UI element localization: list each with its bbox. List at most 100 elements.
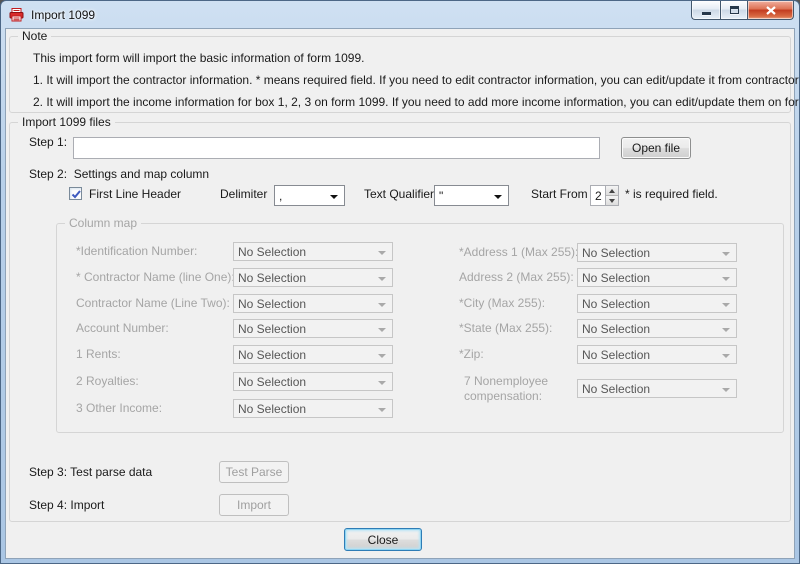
chevron-down-icon — [722, 303, 730, 307]
contractor-name-line-one-label: * Contractor Name (line One): — [76, 270, 235, 285]
chevron-down-icon — [722, 388, 730, 392]
chevron-down-icon — [378, 277, 386, 281]
stepper-down-button[interactable] — [606, 196, 618, 205]
address1-label: *Address 1 (Max 255): — [459, 245, 578, 260]
check-icon — [70, 188, 83, 201]
contractor-name-line-two-select[interactable]: No Selection — [233, 294, 393, 313]
arrow-down-icon — [609, 199, 615, 203]
delimiter-label: Delimiter — [220, 187, 267, 202]
open-file-button[interactable]: Open file — [621, 137, 691, 159]
first-line-header-checkbox[interactable] — [69, 187, 82, 200]
import-1099-window: Import 1099 Note This import form will i… — [0, 0, 800, 564]
stepper-buttons — [605, 186, 618, 205]
chevron-down-icon — [722, 277, 730, 281]
chevron-down-icon — [722, 354, 730, 358]
zip-select[interactable]: No Selection — [577, 345, 737, 364]
rents-select[interactable]: No Selection — [233, 345, 393, 364]
note-group: Note This import form will import the ba… — [9, 36, 791, 113]
rents-label: 1 Rents: — [76, 347, 121, 362]
combo-value: No Selection — [582, 382, 650, 396]
note-line-3: 2. It will import the income information… — [33, 91, 780, 113]
first-line-header-label: First Line Header — [89, 187, 181, 202]
note-line-1: This import form will import the basic i… — [33, 47, 780, 69]
account-number-label: Account Number: — [76, 321, 169, 336]
maximize-button[interactable] — [720, 1, 748, 20]
step1-label: Step 1: — [29, 135, 67, 150]
text-qualifier-select[interactable]: " — [434, 185, 509, 206]
delimiter-value: , — [279, 189, 282, 203]
combo-value: No Selection — [582, 322, 650, 336]
chevron-down-icon — [378, 381, 386, 385]
combo-value: No Selection — [582, 271, 650, 285]
titlebar[interactable]: Import 1099 — [1, 1, 799, 28]
city-label: *City (Max 255): — [459, 296, 545, 311]
other-income-label: 3 Other Income: — [76, 401, 162, 416]
identification-number-label: *Identification Number: — [76, 244, 197, 259]
chevron-down-icon — [330, 195, 338, 199]
text-qualifier-label: Text Qualifier — [364, 187, 434, 202]
chevron-down-icon — [722, 328, 730, 332]
step4-label: Step 4: Import — [29, 498, 104, 513]
step2-label: Step 2: Settings and map column — [29, 167, 209, 182]
file-path-input[interactable] — [73, 137, 600, 159]
combo-value: No Selection — [238, 271, 306, 285]
text-qualifier-value: " — [439, 189, 443, 203]
required-field-note: * is required field. — [625, 187, 718, 202]
state-select[interactable]: No Selection — [577, 319, 737, 338]
chevron-down-icon — [378, 408, 386, 412]
minimize-button[interactable] — [691, 1, 720, 20]
stepper-up-button[interactable] — [606, 186, 618, 196]
contractor-name-line-one-select[interactable]: No Selection — [233, 268, 393, 287]
dialog-body: Note This import form will import the ba… — [5, 28, 795, 559]
combo-value: No Selection — [582, 246, 650, 260]
address1-select[interactable]: No Selection — [577, 243, 737, 262]
address2-select[interactable]: No Selection — [577, 268, 737, 287]
test-parse-button[interactable]: Test Parse — [219, 461, 289, 483]
note-text: This import form will import the basic i… — [33, 47, 780, 113]
other-income-select[interactable]: No Selection — [233, 399, 393, 418]
start-from-line-value: 2 — [595, 189, 602, 203]
caption-buttons — [691, 1, 794, 20]
step3-label: Step 3: Test parse data — [29, 465, 152, 480]
window-title: Import 1099 — [31, 8, 95, 22]
combo-value: No Selection — [238, 297, 306, 311]
nonemployee-compensation-label: 7 Nonemployee compensation: — [464, 374, 569, 404]
identification-number-select[interactable]: No Selection — [233, 242, 393, 261]
combo-value: No Selection — [238, 322, 306, 336]
minimize-icon — [702, 12, 711, 15]
chevron-down-icon — [722, 252, 730, 256]
combo-value: No Selection — [582, 297, 650, 311]
state-label: *State (Max 255): — [459, 321, 552, 336]
combo-value: No Selection — [582, 348, 650, 362]
column-map-group-label: Column map — [65, 216, 141, 231]
combo-value: No Selection — [238, 375, 306, 389]
delimiter-select[interactable]: , — [274, 185, 345, 206]
royalties-select[interactable]: No Selection — [233, 372, 393, 391]
close-window-button[interactable] — [748, 1, 794, 20]
arrow-up-icon — [609, 189, 615, 193]
zip-label: *Zip: — [459, 347, 484, 362]
note-line-2: 1. It will import the contractor informa… — [33, 69, 780, 91]
note-group-label: Note — [18, 29, 51, 44]
account-number-select[interactable]: No Selection — [233, 319, 393, 338]
nonemployee-compensation-select[interactable]: No Selection — [577, 379, 737, 398]
city-select[interactable]: No Selection — [577, 294, 737, 313]
maximize-icon — [730, 6, 739, 14]
app-icon — [9, 7, 25, 23]
close-button[interactable]: Close — [344, 528, 422, 551]
start-from-line-stepper[interactable]: 2 — [590, 185, 619, 206]
chevron-down-icon — [378, 251, 386, 255]
combo-value: No Selection — [238, 402, 306, 416]
combo-value: No Selection — [238, 245, 306, 259]
import-files-group-label: Import 1099 files — [18, 115, 115, 130]
chevron-down-icon — [494, 195, 502, 199]
import-button[interactable]: Import — [219, 494, 289, 516]
chevron-down-icon — [378, 328, 386, 332]
close-icon — [766, 6, 776, 15]
chevron-down-icon — [378, 354, 386, 358]
combo-value: No Selection — [238, 348, 306, 362]
chevron-down-icon — [378, 303, 386, 307]
address2-label: Address 2 (Max 255): — [459, 270, 574, 285]
contractor-name-line-two-label: Contractor Name (Line Two): — [76, 296, 230, 311]
royalties-label: 2 Royalties: — [76, 374, 139, 389]
